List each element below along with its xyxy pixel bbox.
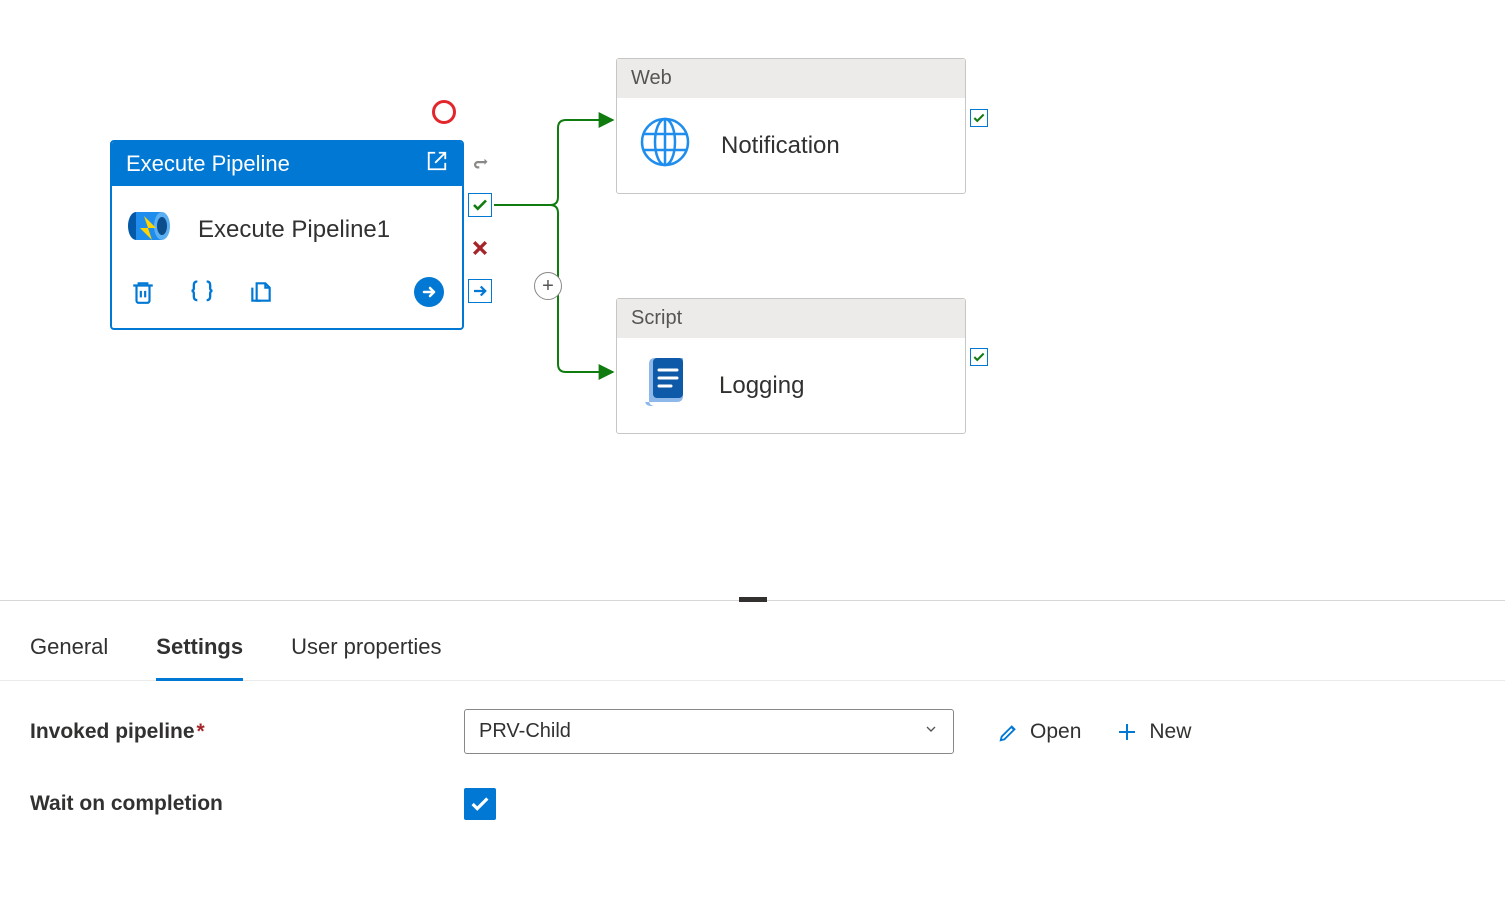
plus-icon <box>1115 720 1139 744</box>
execute-pipeline-icon <box>126 204 176 255</box>
web-globe-icon <box>639 116 691 175</box>
tab-settings[interactable]: Settings <box>156 634 243 681</box>
script-scroll-icon <box>639 356 689 415</box>
redo-icon[interactable] <box>468 152 492 176</box>
activity-header: Web <box>617 59 965 98</box>
copy-icon[interactable] <box>248 278 274 311</box>
breakpoint-indicator[interactable] <box>432 100 456 124</box>
code-braces-icon[interactable] <box>188 278 216 311</box>
tab-general[interactable]: General <box>30 634 108 680</box>
delete-icon[interactable] <box>130 278 156 311</box>
wait-on-completion-label: Wait on completion <box>30 792 430 816</box>
new-pipeline-button[interactable]: New <box>1115 720 1191 744</box>
activity-name: Execute Pipeline1 <box>198 216 390 244</box>
success-connector-icon[interactable] <box>468 193 492 217</box>
invoked-pipeline-value: PRV-Child <box>479 720 571 743</box>
activity-name: Logging <box>719 372 804 400</box>
activity-name: Notification <box>721 132 840 160</box>
run-arrow-icon[interactable] <box>414 277 444 312</box>
invoked-pipeline-select[interactable]: PRV-Child <box>464 709 954 754</box>
activity-type-label: Web <box>631 67 672 89</box>
properties-panel: General Settings User properties Invoked… <box>0 600 1505 848</box>
pipeline-canvas[interactable]: Execute Pipeline Execute Pipeline1 <box>0 0 1505 600</box>
invoked-pipeline-label: Invoked pipeline* <box>30 720 430 744</box>
open-pipeline-button[interactable]: Open <box>998 720 1081 744</box>
add-activity-junction[interactable]: + <box>534 272 562 300</box>
failure-connector-icon[interactable] <box>468 236 492 260</box>
open-pipeline-icon[interactable] <box>426 150 448 178</box>
activity-execute-pipeline[interactable]: Execute Pipeline Execute Pipeline1 <box>110 140 464 330</box>
activity-web[interactable]: Web Notification <box>616 58 966 194</box>
chevron-down-icon <box>923 720 939 743</box>
activity-script[interactable]: Script Logging <box>616 298 966 434</box>
activity-header: Execute Pipeline <box>112 142 462 186</box>
activity-header: Script <box>617 299 965 338</box>
tab-user-properties[interactable]: User properties <box>291 634 441 680</box>
check-icon <box>469 793 491 815</box>
activity-type-label: Script <box>631 307 682 329</box>
success-connector-icon[interactable] <box>970 109 988 127</box>
panel-drag-handle[interactable] <box>739 597 767 602</box>
completion-connector-icon[interactable] <box>468 279 492 303</box>
success-connector-icon[interactable] <box>970 348 988 366</box>
pencil-icon <box>998 721 1020 743</box>
activity-type-label: Execute Pipeline <box>126 151 290 177</box>
properties-tabs: General Settings User properties <box>0 604 1505 681</box>
wait-on-completion-checkbox[interactable] <box>464 788 496 820</box>
